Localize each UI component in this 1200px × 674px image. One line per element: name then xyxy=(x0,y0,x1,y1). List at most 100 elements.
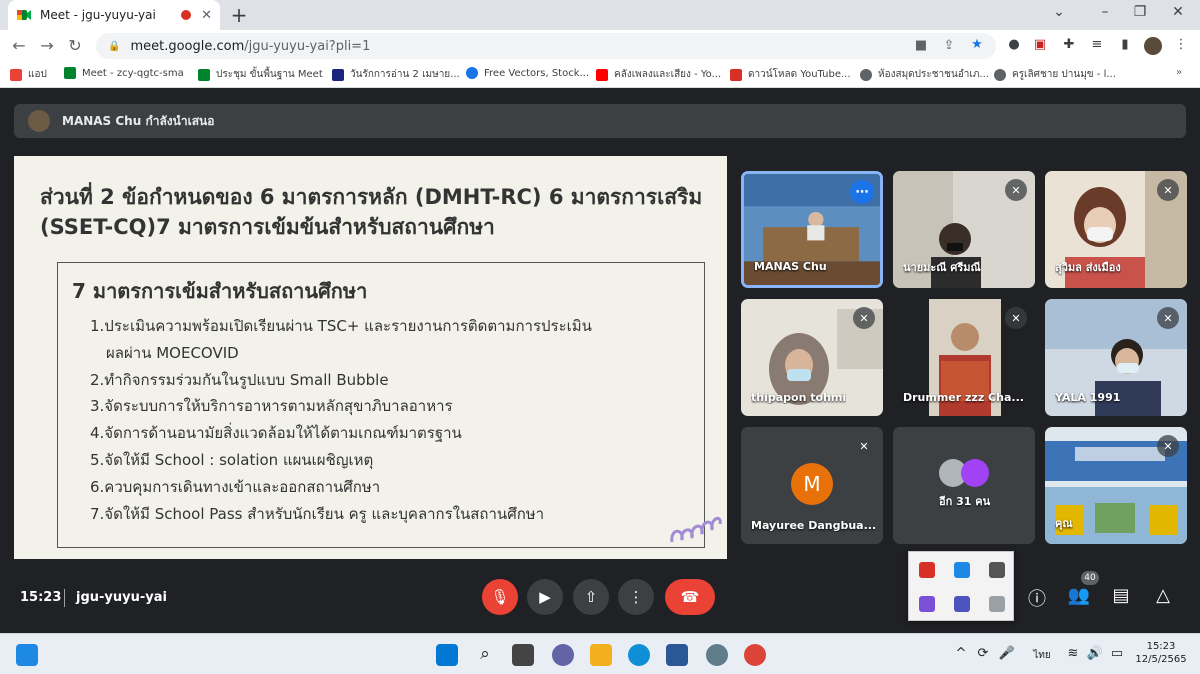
participant-tile[interactable]: ✕ YALA 1991 xyxy=(1045,299,1187,416)
globe-icon xyxy=(860,68,872,81)
browser-tab-title: Meet - jgu-yuyu-yai xyxy=(40,8,156,22)
sync-icon[interactable]: ⟳ xyxy=(974,646,992,661)
list-item: 2.ทำกิจกรรมร่วมกันในรูปแบบ Small Bubble xyxy=(90,370,389,389)
start-icon[interactable] xyxy=(436,644,458,666)
meet-stage: MANAS Chu กำลังนำเสนอ ส่วนที่ 2 ข้อกำหนด… xyxy=(0,89,1200,633)
presentation-slide: ส่วนที่ 2 ข้อกำหนดของ 6 มาตรการหลัก (DMH… xyxy=(14,156,727,559)
file-explorer-icon[interactable] xyxy=(590,644,612,666)
participant-tile[interactable]: ⋯ MANAS Chu xyxy=(741,171,883,288)
participant-tile[interactable]: ✕ thipapon tohmi xyxy=(741,299,883,416)
microphone-icon[interactable]: 🎤 xyxy=(998,646,1016,661)
others-tile[interactable]: อีก 31 คน xyxy=(893,427,1035,544)
task-view-icon[interactable] xyxy=(512,644,534,666)
mic-toggle-button[interactable]: 🎙 xyxy=(482,579,518,615)
participant-tile[interactable]: ✕ คุณ xyxy=(1045,427,1187,544)
chat-icon: ▤ xyxy=(1112,585,1130,606)
chrome-menu-icon[interactable]: ⋮ xyxy=(1172,37,1190,52)
list-item: 3.จัดระบบการให้บริการอาหารตามหลักสุขาภิบ… xyxy=(90,397,453,416)
minimize-button[interactable]: – xyxy=(1090,4,1120,20)
settings-gear-icon[interactable] xyxy=(706,644,728,666)
divider xyxy=(64,589,65,607)
forward-button[interactable]: → xyxy=(36,36,58,55)
participant-tile[interactable]: ✕ Drummer zzz Cha... xyxy=(893,299,1035,416)
google-meet-icon xyxy=(16,7,32,23)
slide-measures-list: 1.ประเมินความพร้อมเปิดเรียนผ่าน TSC+ และ… xyxy=(90,313,690,527)
back-button[interactable]: ← xyxy=(8,36,30,55)
profile-avatar[interactable] xyxy=(1144,37,1162,55)
chat-button[interactable]: ▤ xyxy=(1108,585,1134,606)
participant-tile[interactable]: ✕ นายมะณี ศรีมณี xyxy=(893,171,1035,288)
list-item: 4.จัดการด้านอนามัยสิ่งแวดล้อมให้ได้ตามเก… xyxy=(90,424,462,443)
activities-button[interactable]: △ xyxy=(1150,585,1176,606)
bookmark-star-icon[interactable]: ★ xyxy=(968,37,986,52)
tray-app-icon[interactable] xyxy=(989,562,1005,578)
bookmark-reading-day[interactable]: วันรักการอ่าน 2 เมษาย... xyxy=(332,67,460,82)
address-bar[interactable]: 🔒 meet.google.com/jgu-yuyu-yai?pli=1 xyxy=(96,33,996,59)
tray-app-icon[interactable] xyxy=(954,562,970,578)
bookmarks-bar: แอป Meet - zcy-qgtc-sma ประชุม ขั้นพื้นฐ… xyxy=(0,62,1200,88)
others-avatars xyxy=(939,459,999,489)
media-control-icon[interactable]: ≡ xyxy=(1088,37,1106,52)
participant-tile[interactable]: M ✕ Mayuree Dangbua... xyxy=(741,427,883,544)
taskbar-clock[interactable]: 15:23 12/5/2565 xyxy=(1134,640,1188,666)
decorative-squiggle-icon xyxy=(670,516,722,543)
participant-tile[interactable]: ✕ สุวิมล ส่งเมือง xyxy=(1045,171,1187,288)
list-item: ผลผ่าน MOECOVID xyxy=(106,343,239,362)
bookmark-audio-library[interactable]: คลังเพลงและเสียง - Yo... xyxy=(596,67,721,82)
close-tab-icon[interactable]: ✕ xyxy=(201,8,212,23)
wifi-icon[interactable]: ≋ xyxy=(1064,646,1082,661)
restore-button[interactable]: ❐ xyxy=(1125,4,1155,20)
extension-icon[interactable]: ● xyxy=(1005,37,1023,52)
bookmark-library[interactable]: ห้องสมุดประชาชนอำเภ... xyxy=(860,67,989,82)
lock-icon[interactable]: 🔒 xyxy=(108,41,120,52)
new-tab-button[interactable]: + xyxy=(228,3,250,27)
bookmark-free-vectors[interactable]: Free Vectors, Stock... xyxy=(466,67,589,79)
input-language[interactable]: ไทย xyxy=(1030,648,1054,663)
slide-title: ส่วนที่ 2 ข้อกำหนดของ 6 มาตรการหลัก (DMH… xyxy=(40,185,703,239)
search-icon[interactable]: ⌕ xyxy=(476,644,494,664)
bookmark-youtube-download[interactable]: ดาวน์โหลด YouTube... xyxy=(730,67,851,82)
share-icon[interactable]: ⇪ xyxy=(940,38,958,53)
mic-muted-icon: ✕ xyxy=(853,307,875,329)
bookmark-meet[interactable]: Meet - zcy-qgtc-sma xyxy=(64,67,184,79)
battery-icon[interactable]: ▭ xyxy=(1108,646,1126,661)
edge-icon[interactable] xyxy=(628,644,650,666)
extensions-puzzle-icon[interactable]: ✚ xyxy=(1060,37,1078,52)
vm-extension-icon[interactable]: ▣ xyxy=(1031,37,1049,52)
meeting-clock: 15:23 xyxy=(20,590,62,605)
more-options-icon[interactable]: ⋯ xyxy=(850,180,874,204)
close-window-button[interactable]: ✕ xyxy=(1163,4,1193,20)
bookmark-meeting[interactable]: ประชุม ขั้นพื้นฐาน Meet xyxy=(198,67,323,82)
meeting-code: jgu-yuyu-yai xyxy=(76,590,167,605)
bookmark-apps[interactable]: แอป xyxy=(10,67,47,82)
tray-app-icon[interactable] xyxy=(919,562,935,578)
chevron-up-icon[interactable]: ^ xyxy=(952,646,970,661)
bookmark-teacher[interactable]: ครูเลิศชาย ปานมุข - l... xyxy=(994,67,1116,82)
volume-icon[interactable]: 🔊 xyxy=(1086,646,1104,661)
present-screen-button[interactable]: ⇧ xyxy=(573,579,609,615)
camera-in-use-icon[interactable]: ■ xyxy=(912,38,930,53)
browser-tab-meet[interactable]: Meet - jgu-yuyu-yai ✕ xyxy=(8,0,220,30)
mic-muted-icon: ✕ xyxy=(1157,307,1179,329)
meeting-info-button[interactable]: ⓘ xyxy=(1024,585,1050,611)
google-meet-icon xyxy=(64,67,76,79)
activities-icon: △ xyxy=(1156,585,1170,606)
camera-toggle-button[interactable]: ▶ xyxy=(527,579,563,615)
leave-call-button[interactable]: ☎ xyxy=(665,579,715,615)
chrome-icon[interactable] xyxy=(744,644,766,666)
widgets-icon[interactable] xyxy=(16,644,38,666)
drive-icon[interactable] xyxy=(989,596,1005,612)
list-item: 5.จัดให้มี School : solation แผนเผชิญเหต… xyxy=(90,450,374,469)
bookmarks-overflow-icon[interactable]: » xyxy=(1176,67,1182,78)
browser-toolbar: ← → ↻ 🔒 meet.google.com/jgu-yuyu-yai?pli… xyxy=(0,30,1200,62)
store-icon[interactable] xyxy=(666,644,688,666)
youtube-icon xyxy=(596,68,608,81)
tab-search-icon[interactable]: ⌄ xyxy=(1044,4,1074,20)
reload-button[interactable]: ↻ xyxy=(64,36,86,55)
people-button[interactable]: 👥 xyxy=(1066,585,1092,606)
teams-icon[interactable] xyxy=(954,596,970,612)
more-options-button[interactable]: ⋮ xyxy=(618,579,654,615)
side-panel-icon[interactable]: ▮ xyxy=(1116,37,1134,52)
chat-app-icon[interactable] xyxy=(552,644,574,666)
pen-icon[interactable] xyxy=(919,596,935,612)
